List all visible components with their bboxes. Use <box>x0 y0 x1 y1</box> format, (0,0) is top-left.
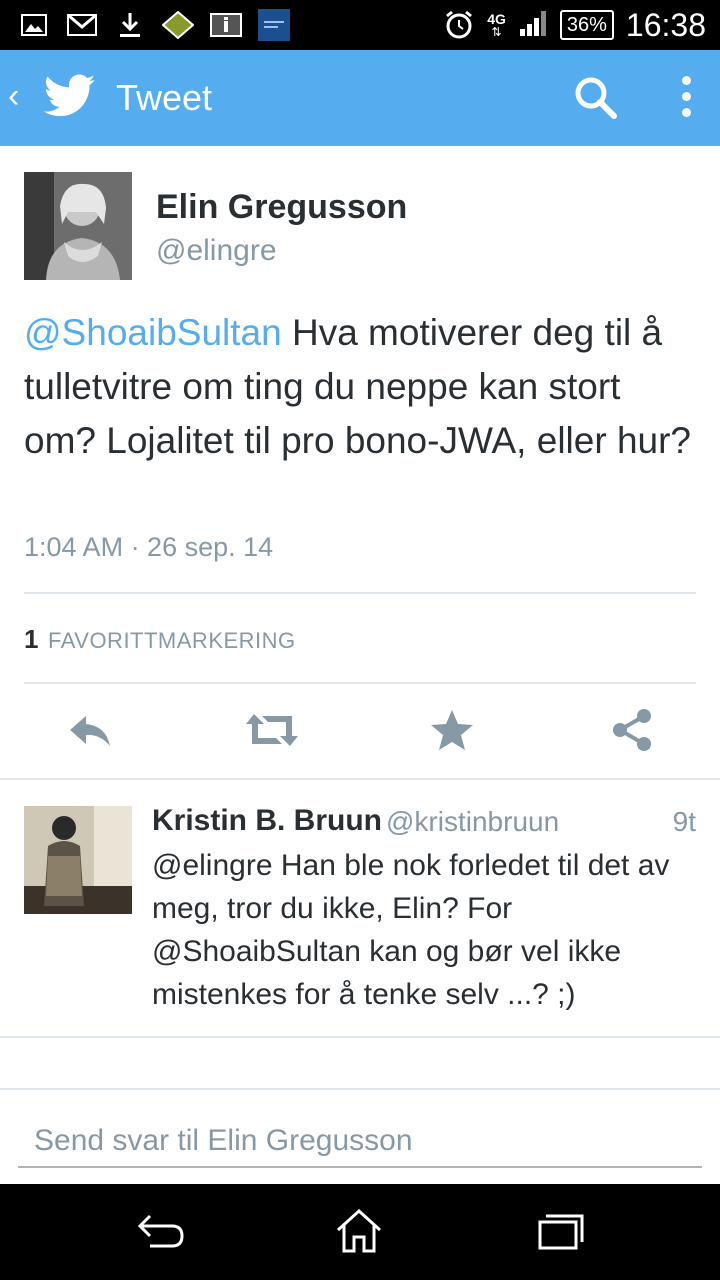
xperia-lounge-icon <box>258 9 290 41</box>
tweet-timestamp: 1:04 AM · 26 sep. 14 <box>24 532 274 562</box>
reply-author-handle[interactable]: @kristinbruun <box>386 806 559 838</box>
star-icon[interactable] <box>428 706 476 754</box>
reply-author-name[interactable]: Kristin B. Bruun <box>152 804 382 838</box>
author-handle[interactable]: @elingre <box>156 234 277 268</box>
info-icon <box>210 11 242 39</box>
battery-level: 36% <box>559 10 614 40</box>
reply-compose-placeholder[interactable]: Send svar til Elin Gregusson <box>34 1124 413 1158</box>
more-vertical-icon[interactable] <box>672 74 700 122</box>
download-icon <box>114 11 146 39</box>
reply-text: @elingre Han ble nok forledet til det av… <box>152 849 670 1011</box>
divider <box>0 1036 720 1038</box>
reply-age: 9t <box>672 806 696 837</box>
navigation-bar <box>0 1184 720 1280</box>
network-indicator: 4G ⇅ <box>487 12 506 38</box>
nav-back-icon[interactable] <box>136 1208 186 1254</box>
retweet-icon[interactable] <box>244 706 300 754</box>
divider <box>24 592 696 594</box>
notification-icons <box>18 6 290 44</box>
favorite-label[interactable]: FAVORITTMARKERING <box>48 628 296 654</box>
tweet-text: @ShoaibSultan Hva motiverer deg til å tu… <box>24 306 696 468</box>
divider <box>0 1088 720 1090</box>
page-title: Tweet <box>116 77 213 118</box>
reply-icon[interactable] <box>66 706 114 754</box>
nav-home-icon[interactable] <box>334 1208 384 1254</box>
signal-icon <box>518 9 548 42</box>
reply-compose-field[interactable]: Send svar til Elin Gregusson <box>18 1120 702 1168</box>
alarm-icon <box>443 10 475 39</box>
data-arrows-icon: ⇅ <box>491 25 502 39</box>
app-notification-icon <box>162 11 194 39</box>
network-type: 4G <box>487 11 506 27</box>
back-button[interactable]: ‹ <box>8 78 19 114</box>
gmail-icon <box>66 11 98 39</box>
divider <box>0 778 720 780</box>
twitter-bird-icon[interactable] <box>43 74 96 123</box>
clock: 16:38 <box>625 6 706 43</box>
divider <box>24 682 696 684</box>
reply-author-avatar[interactable] <box>24 806 132 914</box>
mention-link[interactable]: @ShoaibSultan <box>24 312 282 353</box>
system-status: 4G ⇅ 36% 16:38 <box>443 0 706 50</box>
app-bar: ‹ Tweet <box>0 50 720 146</box>
search-icon[interactable] <box>572 74 618 125</box>
nav-recents-icon[interactable] <box>536 1208 586 1254</box>
author-avatar[interactable] <box>24 172 132 280</box>
gallery-icon <box>18 11 50 39</box>
author-name[interactable]: Elin Gregusson <box>156 188 407 227</box>
status-bar: 4G ⇅ 36% 16:38 <box>0 0 720 50</box>
tweet-detail: Elin Gregusson @elingre @ShoaibSultan Hv… <box>0 146 720 1184</box>
share-icon[interactable] <box>608 706 656 754</box>
favorite-count[interactable]: 1 <box>24 624 38 655</box>
